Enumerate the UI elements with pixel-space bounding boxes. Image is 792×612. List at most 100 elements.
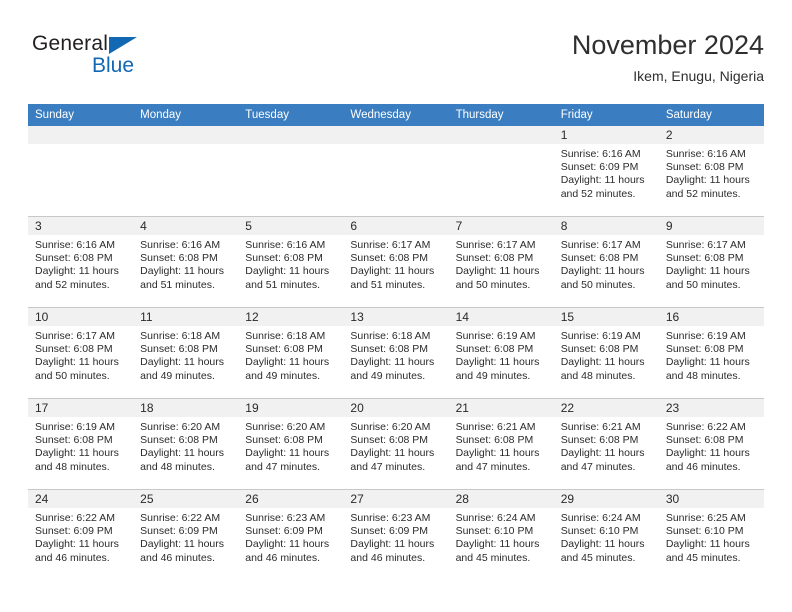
calendar-day-cell[interactable]: 27 Sunrise: 6:23 AM Sunset: 6:09 PM Dayligh… xyxy=(343,489,449,580)
calendar-day-cell[interactable]: 22 Sunrise: 6:21 AM Sunset: 6:08 PM Dayligh… xyxy=(553,398,659,490)
calendar-day-cell[interactable]: 25 Sunrise: 6:22 AM Sunset: 6:09 PM Dayligh… xyxy=(133,489,239,580)
sunrise-text: Sunrise: 6:19 AM xyxy=(665,330,746,342)
sunset-text: Sunset: 6:08 PM xyxy=(560,343,639,356)
day-number: 7 xyxy=(448,217,554,235)
calendar-day-cell[interactable]: 2 Sunrise: 6:16 AM Sunset: 6:08 PM Daylight… xyxy=(658,126,764,217)
sunrise-text: Sunrise: 6:18 AM xyxy=(245,330,326,342)
calendar-day-cell[interactable]: 16 Sunrise: 6:19 AM Sunset: 6:08 PM Dayligh… xyxy=(658,307,764,399)
day-sun-info: Sunrise: 6:22 AM Sunset: 6:08 PM Daylight:… xyxy=(659,417,764,474)
calendar-day-cell[interactable]: 30 Sunrise: 6:25 AM Sunset: 6:10 PM Dayligh… xyxy=(658,489,764,580)
calendar-day-cell[interactable]: 3 Sunrise: 6:16 AM Sunset: 6:08 PM Daylight… xyxy=(28,216,134,308)
calendar-day-cell[interactable]: 5 Sunrise: 6:16 AM Sunset: 6:08 PM Daylight… xyxy=(238,216,344,308)
calendar-day-cell[interactable]: 14 Sunrise: 6:19 AM Sunset: 6:08 PM Dayligh… xyxy=(448,307,554,399)
day-number: 30 xyxy=(658,490,764,508)
day-cell-content: 18 Sunrise: 6:20 AM Sunset: 6:08 PM Dayligh… xyxy=(133,399,239,489)
day-sun-info: Sunrise: 6:22 AM Sunset: 6:09 PM Daylight:… xyxy=(28,508,133,565)
daylight-text: Daylight: 11 hours and 45 minutes. xyxy=(665,538,750,564)
calendar-day-cell[interactable]: 1 Sunrise: 6:16 AM Sunset: 6:09 PM Daylight… xyxy=(553,126,659,217)
sunrise-text: Sunrise: 6:22 AM xyxy=(140,512,221,524)
calendar-day-cell[interactable]: 18 Sunrise: 6:20 AM Sunset: 6:08 PM Dayligh… xyxy=(133,398,239,490)
sunset-text: Sunset: 6:09 PM xyxy=(35,525,113,538)
day-cell-content: 19 Sunrise: 6:20 AM Sunset: 6:08 PM Dayligh… xyxy=(238,399,344,489)
calendar-day-cell[interactable]: 26 Sunrise: 6:23 AM Sunset: 6:09 PM Dayligh… xyxy=(238,489,344,580)
day-number: 26 xyxy=(238,490,344,508)
day-number: 11 xyxy=(133,308,239,326)
day-number: 16 xyxy=(658,308,764,326)
day-cell-content: 30 Sunrise: 6:25 AM Sunset: 6:10 PM Dayligh… xyxy=(658,490,764,580)
day-cell-content: 29 Sunrise: 6:24 AM Sunset: 6:10 PM Dayligh… xyxy=(553,490,659,580)
daylight-text: Daylight: 11 hours and 47 minutes. xyxy=(350,447,435,473)
sunrise-text: Sunrise: 6:20 AM xyxy=(245,421,326,433)
calendar-day-cell[interactable]: 28 Sunrise: 6:24 AM Sunset: 6:10 PM Dayligh… xyxy=(448,489,554,580)
calendar-day-cell[interactable]: 7 Sunrise: 6:17 AM Sunset: 6:08 PM Daylight… xyxy=(448,216,554,308)
calendar-day-cell[interactable]: 29 Sunrise: 6:24 AM Sunset: 6:10 PM Dayligh… xyxy=(553,489,659,580)
day-cell-content xyxy=(238,126,344,216)
sunset-text: Sunset: 6:10 PM xyxy=(455,525,534,538)
calendar-day-cell[interactable]: 4 Sunrise: 6:16 AM Sunset: 6:08 PM Daylight… xyxy=(133,216,239,308)
sunset-text: Sunset: 6:08 PM xyxy=(140,343,218,356)
calendar-week-row: 17 Sunrise: 6:19 AM Sunset: 6:08 PM Dayligh… xyxy=(28,398,764,490)
daylight-text: Daylight: 11 hours and 46 minutes. xyxy=(245,538,330,564)
day-cell-content: 6 Sunrise: 6:17 AM Sunset: 6:08 PM Daylight… xyxy=(343,217,449,307)
calendar-day-cell[interactable]: 17 Sunrise: 6:19 AM Sunset: 6:08 PM Dayligh… xyxy=(28,398,134,490)
daylight-text: Daylight: 11 hours and 49 minutes. xyxy=(350,356,435,382)
sunset-text: Sunset: 6:08 PM xyxy=(665,161,744,174)
day-sun-info: Sunrise: 6:18 AM Sunset: 6:08 PM Daylight:… xyxy=(133,326,238,383)
calendar-day-cell[interactable]: 9 Sunrise: 6:17 AM Sunset: 6:08 PM Daylight… xyxy=(658,216,764,308)
calendar-day-cell[interactable]: 10 Sunrise: 6:17 AM Sunset: 6:08 PM Dayligh… xyxy=(28,307,134,399)
sunset-text: Sunset: 6:08 PM xyxy=(35,434,113,447)
calendar-day-cell[interactable]: 21 Sunrise: 6:21 AM Sunset: 6:08 PM Dayligh… xyxy=(448,398,554,490)
calendar-day-cell[interactable]: 20 Sunrise: 6:20 AM Sunset: 6:08 PM Dayligh… xyxy=(343,398,449,490)
calendar-day-cell[interactable]: 23 Sunrise: 6:22 AM Sunset: 6:08 PM Dayligh… xyxy=(658,398,764,490)
day-number: 27 xyxy=(343,490,449,508)
day-number: 13 xyxy=(343,308,449,326)
day-cell-content: 4 Sunrise: 6:16 AM Sunset: 6:08 PM Daylight… xyxy=(133,217,239,307)
day-number xyxy=(133,126,239,144)
day-cell-content: 21 Sunrise: 6:21 AM Sunset: 6:08 PM Dayligh… xyxy=(448,399,554,489)
sunset-text: Sunset: 6:08 PM xyxy=(245,252,323,265)
sunset-text: Sunset: 6:08 PM xyxy=(665,252,744,265)
day-sun-info: Sunrise: 6:19 AM Sunset: 6:08 PM Daylight:… xyxy=(659,326,764,383)
day-sun-info: Sunrise: 6:20 AM Sunset: 6:08 PM Daylight:… xyxy=(343,417,448,474)
day-number: 20 xyxy=(343,399,449,417)
day-sun-info: Sunrise: 6:20 AM Sunset: 6:08 PM Daylight:… xyxy=(238,417,343,474)
calendar-day-cell[interactable]: 13 Sunrise: 6:18 AM Sunset: 6:08 PM Dayligh… xyxy=(343,307,449,399)
day-cell-content: 24 Sunrise: 6:22 AM Sunset: 6:09 PM Dayligh… xyxy=(28,490,134,580)
sunrise-text: Sunrise: 6:17 AM xyxy=(560,239,641,251)
day-number: 23 xyxy=(658,399,764,417)
day-cell-content: 2 Sunrise: 6:16 AM Sunset: 6:08 PM Daylight… xyxy=(658,126,764,216)
day-sun-info: Sunrise: 6:24 AM Sunset: 6:10 PM Daylight:… xyxy=(449,508,554,565)
sunrise-text: Sunrise: 6:18 AM xyxy=(350,330,431,342)
page-header: General Blue November 2024 Ikem, Enugu, … xyxy=(28,28,764,98)
day-number: 19 xyxy=(238,399,344,417)
day-cell-content: 14 Sunrise: 6:19 AM Sunset: 6:08 PM Dayligh… xyxy=(448,308,554,398)
day-cell-content xyxy=(448,126,554,216)
sunrise-text: Sunrise: 6:16 AM xyxy=(245,239,326,251)
calendar-day-cell[interactable]: 24 Sunrise: 6:22 AM Sunset: 6:09 PM Dayligh… xyxy=(28,489,134,580)
calendar-day-cell[interactable]: 6 Sunrise: 6:17 AM Sunset: 6:08 PM Daylight… xyxy=(343,216,449,308)
day-number: 1 xyxy=(553,126,659,144)
day-sun-info: Sunrise: 6:16 AM Sunset: 6:08 PM Daylight:… xyxy=(238,235,343,292)
sunset-text: Sunset: 6:09 PM xyxy=(140,525,218,538)
daylight-text: Daylight: 11 hours and 45 minutes. xyxy=(560,538,645,564)
sunrise-text: Sunrise: 6:23 AM xyxy=(245,512,326,524)
sunrise-text: Sunrise: 6:22 AM xyxy=(35,512,115,524)
daylight-text: Daylight: 11 hours and 46 minutes. xyxy=(140,538,224,564)
calendar-day-cell[interactable]: 15 Sunrise: 6:19 AM Sunset: 6:08 PM Dayligh… xyxy=(553,307,659,399)
daylight-text: Daylight: 11 hours and 51 minutes. xyxy=(350,265,435,291)
sunset-text: Sunset: 6:09 PM xyxy=(560,161,639,174)
sunset-text: Sunset: 6:08 PM xyxy=(560,252,639,265)
day-cell-content: 7 Sunrise: 6:17 AM Sunset: 6:08 PM Daylight… xyxy=(448,217,554,307)
calendar-day-cell[interactable]: 11 Sunrise: 6:18 AM Sunset: 6:08 PM Dayligh… xyxy=(133,307,239,399)
daylight-text: Daylight: 11 hours and 49 minutes. xyxy=(140,356,224,382)
sunset-text: Sunset: 6:08 PM xyxy=(350,434,429,447)
day-cell-content: 10 Sunrise: 6:17 AM Sunset: 6:08 PM Dayligh… xyxy=(28,308,134,398)
calendar-day-cell-empty xyxy=(343,126,449,217)
calendar-day-cell[interactable]: 12 Sunrise: 6:18 AM Sunset: 6:08 PM Dayligh… xyxy=(238,307,344,399)
calendar-day-cell[interactable]: 8 Sunrise: 6:17 AM Sunset: 6:08 PM Daylight… xyxy=(553,216,659,308)
daylight-text: Daylight: 11 hours and 46 minutes. xyxy=(665,447,750,473)
day-number: 25 xyxy=(133,490,239,508)
calendar-day-cell[interactable]: 19 Sunrise: 6:20 AM Sunset: 6:08 PM Dayligh… xyxy=(238,398,344,490)
sunset-text: Sunset: 6:08 PM xyxy=(560,434,639,447)
sunset-text: Sunset: 6:09 PM xyxy=(350,525,429,538)
